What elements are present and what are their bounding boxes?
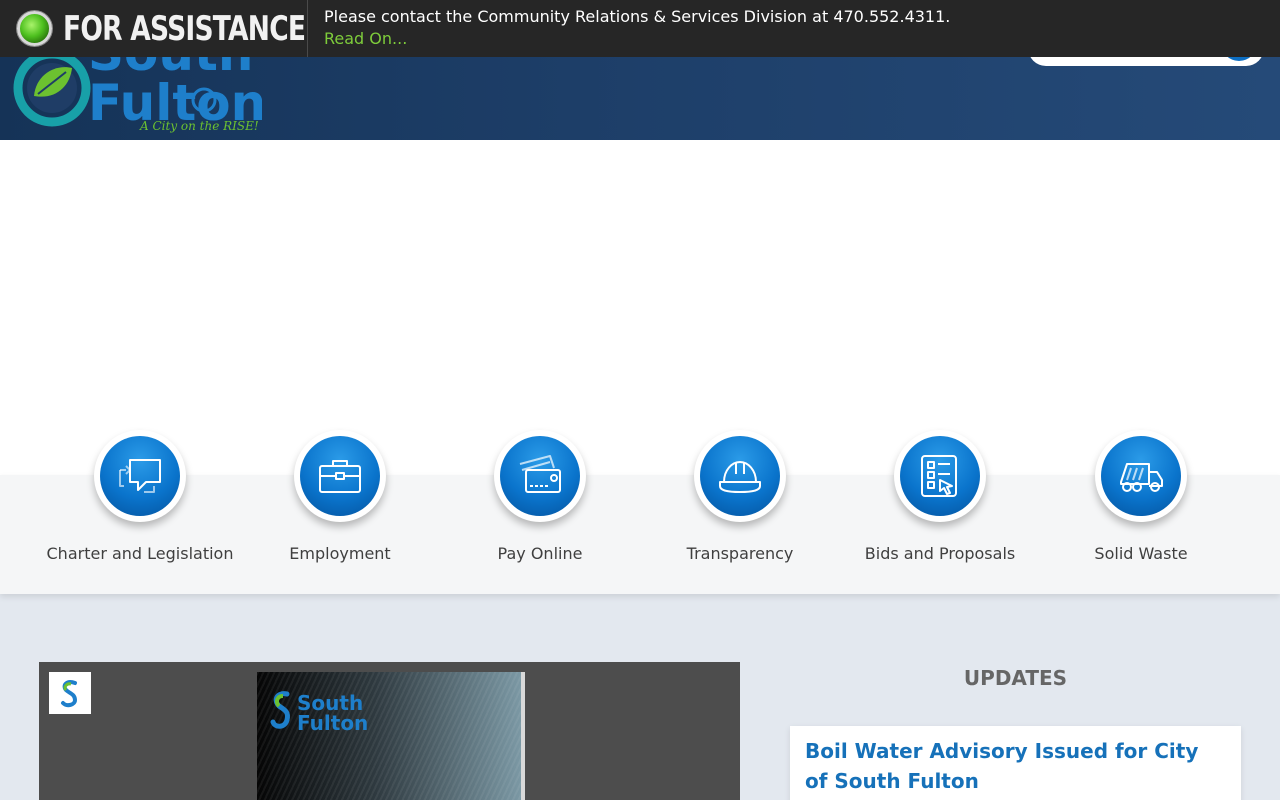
alert-divider: [307, 0, 308, 57]
updates-heading: UPDATES: [963, 666, 1068, 690]
quick-link-circle: [694, 430, 786, 522]
video-thumbnail[interactable]: South Fulton: [257, 672, 525, 800]
quick-link-circle-inner: [900, 436, 980, 516]
quick-link-circle-inner: [100, 436, 180, 516]
quick-link-pay-online[interactable]: Pay Online: [440, 430, 640, 570]
quick-link-circle: [494, 430, 586, 522]
channel-logo-icon: [61, 680, 78, 708]
quick-link-circle-inner: [1101, 436, 1181, 516]
update-card[interactable]: Boil Water Advisory Issued for City of S…: [790, 726, 1241, 800]
quick-link-circle: [1095, 430, 1187, 522]
chat-bubbles-icon: [119, 459, 161, 493]
quick-link-circle: [894, 430, 986, 522]
alert-read-on-link[interactable]: Read On...: [324, 29, 407, 48]
status-light-icon: [17, 11, 52, 46]
checklist-icon: [921, 455, 957, 497]
quick-link-circle: [94, 430, 186, 522]
hero-banner: [0, 140, 1280, 475]
quick-link-charter-and-legislation[interactable]: Charter and Legislation: [40, 430, 240, 570]
thumbnail-logo: South Fulton: [270, 691, 368, 735]
garbage-truck-icon: [1120, 463, 1163, 492]
hard-hat-icon: [719, 461, 761, 493]
channel-logo[interactable]: [49, 672, 91, 714]
quick-link-circle-inner: [700, 436, 780, 516]
alert-message: Please contact the Community Relations &…: [324, 7, 951, 26]
alert-bar: FOR ASSISTANCE Please contact the Commun…: [0, 0, 1280, 57]
video-player[interactable]: South Fulton: [39, 662, 740, 800]
credit-card-icon: [519, 455, 561, 493]
update-headline-link[interactable]: Boil Water Advisory Issued for City of S…: [805, 736, 1225, 796]
quick-link-solid-waste[interactable]: Solid Waste: [1041, 430, 1241, 570]
thumbnail-logo-bottom: Fulton: [297, 711, 368, 735]
alert-title: FOR ASSISTANCE: [63, 9, 306, 49]
quick-link-circle: [294, 430, 386, 522]
briefcase-icon: [319, 460, 361, 493]
quick-link-circle-inner: [500, 436, 580, 516]
quick-link-employment[interactable]: Employment: [240, 430, 440, 570]
quick-link-bids-and-proposals[interactable]: Bids and Proposals: [840, 430, 1040, 570]
quick-link-transparency[interactable]: Transparency: [640, 430, 840, 570]
quick-link-circle-inner: [300, 436, 380, 516]
logo-tagline: A City on the RISE!: [139, 119, 259, 133]
quick-link-label: Solid Waste: [1094, 544, 1188, 563]
